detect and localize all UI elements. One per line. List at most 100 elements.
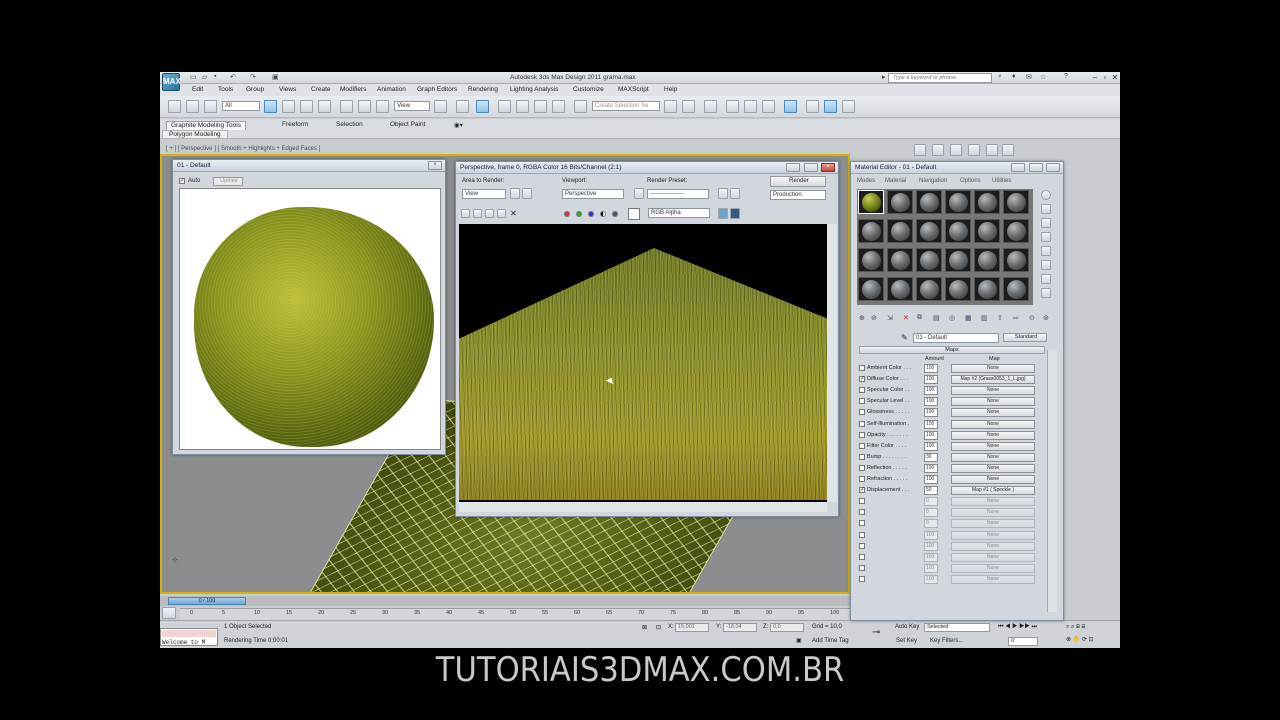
material-slot[interactable] [1003,277,1029,301]
maximize-icon[interactable] [804,163,818,172]
map-slot-button[interactable]: None [951,541,1035,551]
maximize-button[interactable]: ▫ [1100,72,1110,83]
binoculars-icon[interactable]: ⌕ [998,73,1002,81]
layer-manager-icon[interactable] [704,100,717,113]
map-slot-button[interactable]: None [951,397,1035,407]
vertical-scrollbar[interactable] [827,224,837,502]
rectangular-selection-icon[interactable] [300,100,313,113]
display-panel-icon[interactable] [986,144,998,156]
options-icon[interactable] [1041,274,1051,284]
tab-freeform[interactable]: Freeform [278,121,312,130]
map-enable-checkbox[interactable] [859,453,865,460]
map-amount-spinner[interactable]: 100 [924,386,938,396]
map-slot-button[interactable]: None [951,563,1035,573]
map-slot-button[interactable]: None [951,497,1035,507]
menu-customize[interactable]: Customize [573,86,604,93]
material-slot[interactable] [945,190,971,214]
polygon-modeling-panel[interactable]: Polygon Modeling [162,130,228,139]
map-amount-spinner[interactable]: 0 [924,508,938,518]
map-amount-spinner[interactable]: 100 [924,441,938,451]
schematic-view-icon[interactable] [762,100,775,113]
timeline-ruler[interactable]: 0 5 10 15 20 25 30 35 40 45 50 55 60 65 … [180,608,850,620]
map-enable-checkbox[interactable]: ✓ [859,487,865,494]
copy-image-icon[interactable] [473,209,482,218]
render-setup-icon[interactable] [806,100,819,113]
horizontal-scrollbar[interactable] [459,502,827,512]
z-coordinate-field[interactable]: 0,0 [770,623,804,632]
move-icon[interactable] [340,100,353,113]
map-slot-button[interactable]: None [951,475,1035,484]
save-image-icon[interactable] [461,209,470,218]
key-selection-dropdown[interactable]: Selected [924,623,990,632]
current-frame-field[interactable]: 0 [1008,637,1038,646]
menu-views[interactable]: Views [279,86,296,93]
material-preview-window[interactable]: 01 - Default × ✓ Auto Update [172,159,446,455]
auto-region-icon[interactable] [522,188,532,199]
mini-curve-editor-icon[interactable] [162,607,176,619]
map-enable-checkbox[interactable] [859,387,865,394]
map-enable-checkbox[interactable] [859,553,865,560]
map-amount-spinner[interactable]: 50 [924,486,938,496]
channel-display-dropdown[interactable]: RGB Alpha [648,208,710,218]
green-channel-icon[interactable] [576,211,582,217]
go-forward-sibling-icon[interactable]: ⇨ [1013,314,1019,322]
map-enable-checkbox[interactable] [859,575,865,582]
material-slot[interactable] [916,248,942,272]
save-file-icon[interactable]: ▪ [214,73,216,80]
print-image-icon[interactable] [497,209,506,218]
material-slot[interactable] [1003,248,1029,272]
tab-graphite-modeling-tools[interactable]: Graphite Modeling Tools [166,121,246,130]
rendered-frame-window-icon[interactable] [824,100,837,113]
map-amount-spinner[interactable]: 100 [924,541,938,551]
select-object-icon[interactable] [264,100,277,113]
render-preset-dropdown[interactable]: ----------------- [647,189,709,199]
auto-checkbox[interactable]: ✓ [179,178,185,184]
put-to-library-icon[interactable]: ▤ [933,314,940,322]
redo-icon[interactable]: ↷ [250,73,256,81]
named-selection-sets-dropdown[interactable]: Create Selection Se [592,101,660,111]
graphite-toggle-icon[interactable] [726,100,739,113]
render-setup-icon[interactable] [718,188,728,199]
material-slot-1[interactable] [858,190,884,214]
map-amount-spinner[interactable]: 100 [924,419,938,429]
map-enable-checkbox[interactable] [859,431,865,438]
map-slot-button[interactable]: Map #1 ( Speckle ) [951,486,1035,496]
menu-navigation[interactable]: Navigation [919,178,947,184]
material-slot[interactable] [887,190,913,214]
edit-named-selection-icon[interactable] [574,100,587,113]
material-slot[interactable] [858,219,884,243]
lock-viewport-icon[interactable] [634,188,644,199]
mirror-icon[interactable] [664,100,677,113]
toggle-ui-icon[interactable] [730,208,740,219]
map-slot-button[interactable]: None [951,430,1035,440]
map-enable-checkbox[interactable] [859,520,865,527]
video-color-check-icon[interactable] [1041,246,1051,256]
keyboard-shortcut-override-icon[interactable] [476,100,489,113]
window-crossing-icon[interactable] [318,100,331,113]
selection-filter-dropdown[interactable]: All [222,101,260,111]
tab-object-paint[interactable]: Object Paint [386,121,429,130]
map-enable-checkbox[interactable]: ✓ [859,376,865,383]
map-enable-checkbox[interactable] [859,542,865,549]
material-slot[interactable] [974,277,1000,301]
map-enable-checkbox[interactable] [859,476,865,482]
area-to-render-dropdown[interactable]: View [462,189,506,199]
menu-modifiers[interactable]: Modifiers [340,86,366,93]
material-slot[interactable] [858,248,884,272]
close-icon[interactable]: × [428,161,442,170]
reference-coordinate-dropdown[interactable]: View [394,101,430,111]
put-to-scene-icon[interactable]: ⊘ [871,314,877,322]
menu-graph-editors[interactable]: Graph Editors [417,86,457,93]
map-amount-spinner[interactable]: 100 [924,397,938,407]
map-amount-spinner[interactable]: 100 [924,574,938,584]
material-slot[interactable] [916,219,942,243]
pivot-center-icon[interactable] [434,100,447,113]
map-enable-checkbox[interactable] [859,398,865,405]
map-slot-button[interactable]: None [951,408,1035,418]
go-to-parent-icon[interactable]: ⇧ [997,314,1003,322]
new-file-icon[interactable]: ▭ [190,73,197,81]
map-slot-button[interactable]: None [951,452,1035,462]
ribbon-options-icon[interactable]: ◉▾ [450,121,467,130]
select-by-material-icon-2[interactable]: ⊚ [1043,314,1049,322]
snaps-toggle-icon[interactable] [498,100,511,113]
